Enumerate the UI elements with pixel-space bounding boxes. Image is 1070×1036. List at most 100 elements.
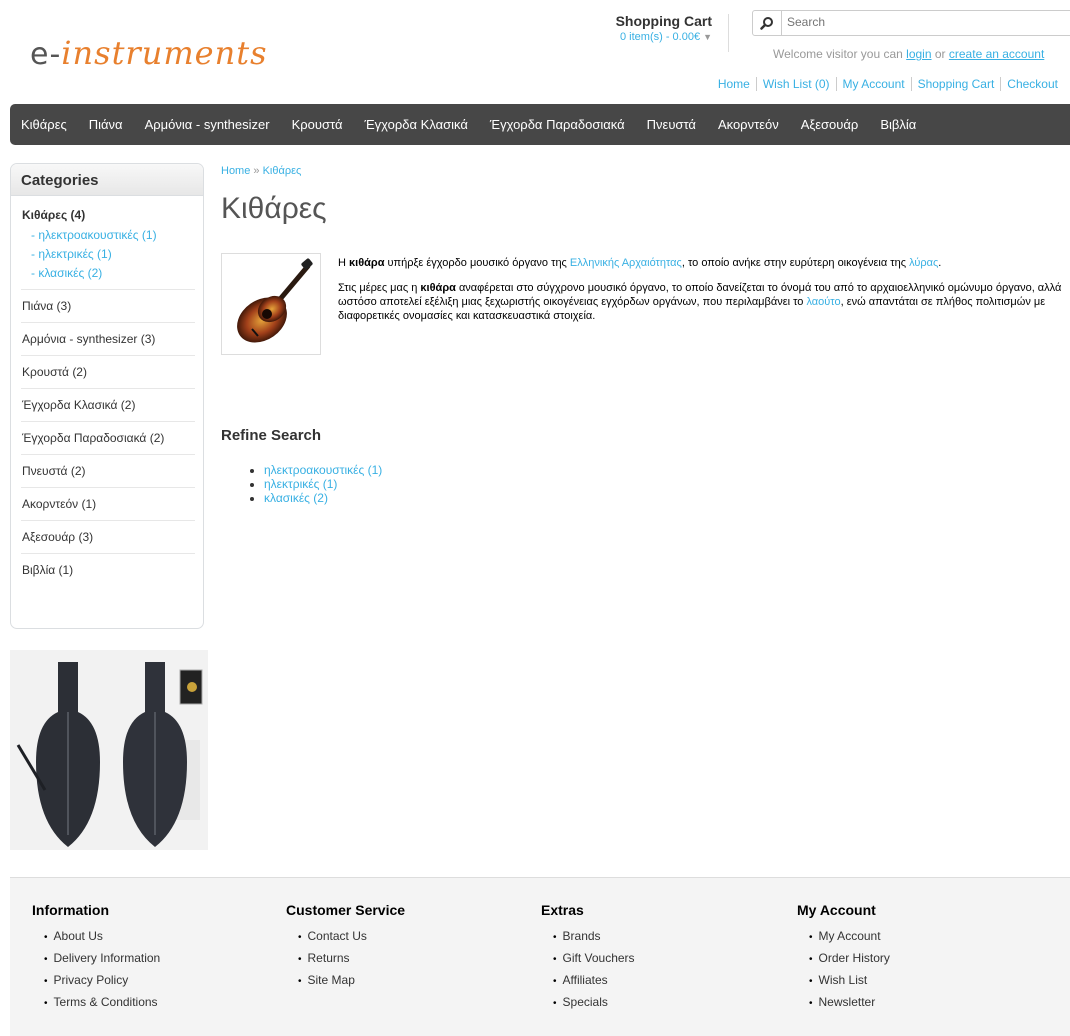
footer-link[interactable]: My Account — [809, 926, 890, 948]
breadcrumb: Home » Κιθάρες — [221, 165, 301, 177]
top-link-checkout[interactable]: Checkout — [1000, 77, 1064, 91]
subcategory-electroacoustic[interactable]: - ηλεκτροακουστικές (1) — [22, 228, 195, 242]
menu-item-books[interactable]: Βιβλία — [869, 117, 927, 132]
welcome-text: Welcome visitor you can — [773, 47, 903, 61]
category-item[interactable]: Κρουστά (2) — [21, 356, 195, 389]
cart-total[interactable]: 0 item(s) - 0.00€ ▼ — [560, 31, 712, 43]
category-item[interactable]: Έγχορδα Κλασικά (2) — [21, 389, 195, 422]
desc-text: Στις μέρες μας η — [338, 282, 421, 294]
breadcrumb-separator: » — [253, 165, 260, 177]
footer-link[interactable]: About Us — [44, 926, 160, 948]
footer-heading: Information — [32, 902, 109, 918]
welcome-or: or — [934, 47, 946, 61]
footer-link[interactable]: Site Map — [298, 970, 405, 992]
menu-item-synths[interactable]: Αρμόνια - synthesizer — [134, 117, 281, 132]
subcategory-electric[interactable]: - ηλεκτρικές (1) — [22, 247, 195, 261]
shopping-cart-widget[interactable]: Shopping Cart 0 item(s) - 0.00€ ▼ — [560, 13, 712, 43]
footer-link[interactable]: Gift Vouchers — [553, 948, 635, 970]
refine-link-electric[interactable]: ηλεκτρικές (1) — [264, 477, 337, 491]
category-item[interactable]: Αρμόνια - synthesizer (3) — [21, 323, 195, 356]
desc-text: . — [938, 257, 942, 269]
category-item[interactable]: Ακορντεόν (1) — [21, 488, 195, 521]
top-link-account[interactable]: My Account — [835, 77, 911, 91]
footer-heading: Customer Service — [286, 902, 406, 918]
category-item-active: Κιθάρες (4) - ηλεκτροακουστικές (1) - ηλ… — [21, 196, 195, 290]
category-item[interactable]: Βιβλία (1) — [21, 554, 195, 586]
menu-item-accessories[interactable]: Αξεσουάρ — [790, 117, 870, 132]
acoustic-guitar-image — [237, 258, 313, 343]
menu-item-accordions[interactable]: Ακορντεόν — [707, 117, 790, 132]
top-link-cart[interactable]: Shopping Cart — [910, 77, 1001, 91]
refine-link-electroacoustic[interactable]: ηλεκτροακουστικές (1) — [264, 463, 382, 477]
footer-link[interactable]: Delivery Information — [44, 948, 161, 970]
search-input[interactable] — [785, 14, 1069, 30]
menu-item-guitars[interactable]: Κιθάρες — [10, 117, 78, 132]
breadcrumb-current[interactable]: Κιθάρες — [263, 165, 302, 177]
link-ancient-greece[interactable]: Ελληνικής Αρχαιότητας — [570, 257, 682, 269]
link-lyra[interactable]: λύρας — [909, 257, 938, 269]
description-paragraph-2: Στις μέρες μας η κιθάρα αναφέρεται στο σ… — [338, 281, 1070, 323]
chevron-down-icon: ▼ — [703, 32, 712, 42]
main-menu: Κιθάρες Πιάνα Αρμόνια - synthesizer Κρου… — [10, 104, 1070, 145]
subcategory-classical[interactable]: - κλασικές (2) — [22, 266, 195, 280]
category-active-link[interactable]: Κιθάρες (4) — [22, 208, 195, 222]
search-button[interactable] — [753, 11, 782, 35]
header-divider — [728, 14, 729, 52]
footer-link[interactable]: Contact Us — [298, 926, 405, 948]
categories-heading: Categories — [11, 164, 203, 196]
top-links: Home Wish List (0) My Account Shopping Cart… — [712, 77, 1064, 91]
footer-link[interactable]: Terms & Conditions — [44, 992, 160, 1014]
footer-link[interactable]: Wish List — [809, 970, 890, 992]
logo-prefix: e- — [30, 37, 62, 72]
footer-link[interactable]: Newsletter — [809, 992, 890, 1014]
refine-link-classical[interactable]: κλασικές (2) — [264, 491, 328, 505]
footer-link[interactable]: Brands — [553, 926, 635, 948]
menu-item-winds[interactable]: Πνευστά — [636, 117, 707, 132]
menu-item-percussion[interactable]: Κρουστά — [281, 117, 354, 132]
search-box — [752, 10, 1070, 36]
menu-item-pianos[interactable]: Πιάνα — [78, 117, 134, 132]
gig-bags-banner[interactable] — [10, 650, 208, 850]
footer-link[interactable]: Order History — [809, 948, 890, 970]
categories-box: Categories Κιθάρες (4) - ηλεκτροακουστικ… — [10, 163, 204, 629]
welcome-message: Welcome visitor you can login or create … — [773, 47, 1044, 61]
desc-text: Η — [338, 257, 349, 269]
footer-link[interactable]: Privacy Policy — [44, 970, 160, 992]
cart-total-text: 0 item(s) - 0.00€ — [619, 31, 701, 43]
list-item: κλασικές (2) — [264, 491, 382, 505]
gig-bags-image — [10, 650, 208, 850]
refine-search-heading: Refine Search — [221, 427, 322, 444]
breadcrumb-home[interactable]: Home — [221, 165, 250, 177]
category-item[interactable]: Πιάνα (3) — [21, 290, 195, 323]
category-item[interactable]: Πνευστά (2) — [21, 455, 195, 488]
footer-link[interactable]: Specials — [553, 992, 635, 1014]
category-item[interactable]: Έγχορδα Παραδοσιακά (2) — [21, 422, 195, 455]
site-logo[interactable]: e-instruments — [30, 34, 268, 72]
login-link[interactable]: login — [906, 47, 931, 61]
link-laouto[interactable]: λαούτο — [806, 296, 840, 308]
footer-column-my-account: My Account My Account Order History Wish… — [797, 902, 890, 1014]
cart-title: Shopping Cart — [615, 13, 712, 29]
footer-link[interactable]: Returns — [298, 948, 405, 970]
top-link-wishlist[interactable]: Wish List (0) — [755, 77, 836, 91]
category-item[interactable]: Αξεσουάρ (3) — [21, 521, 195, 554]
logo-text: instruments — [61, 34, 268, 72]
menu-item-classical-strings[interactable]: Έγχορδα Κλασικά — [353, 117, 478, 132]
menu-item-traditional-strings[interactable]: Έγχορδα Παραδοσιακά — [479, 117, 636, 132]
search-icon — [760, 17, 773, 30]
refine-search-list: ηλεκτροακουστικές (1) ηλεκτρικές (1) κλα… — [252, 463, 382, 505]
desc-bold: κιθάρα — [349, 257, 385, 269]
desc-text: υπήρξε έγχορδο μουσικό όργανο της — [384, 257, 570, 269]
footer-column-information: Information About Us Delivery Informatio… — [32, 902, 160, 1014]
desc-text: , το οποίο ανήκε στην ευρύτερη οικογένει… — [681, 257, 910, 269]
footer-heading: My Account — [797, 902, 876, 918]
list-item: ηλεκτροακουστικές (1) — [264, 463, 382, 477]
footer-column-extras: Extras Brands Gift Vouchers Affiliates S… — [541, 902, 635, 1014]
create-account-link[interactable]: create an account — [949, 47, 1044, 61]
categories-list: Κιθάρες (4) - ηλεκτροακουστικές (1) - ηλ… — [11, 196, 203, 586]
description-paragraph-1: Η κιθάρα υπήρξε έγχορδο μουσικό όργανο τ… — [338, 256, 1070, 270]
top-link-home[interactable]: Home — [712, 77, 756, 91]
footer: Information About Us Delivery Informatio… — [10, 877, 1070, 1036]
footer-heading: Extras — [541, 902, 584, 918]
footer-link[interactable]: Affiliates — [553, 970, 635, 992]
